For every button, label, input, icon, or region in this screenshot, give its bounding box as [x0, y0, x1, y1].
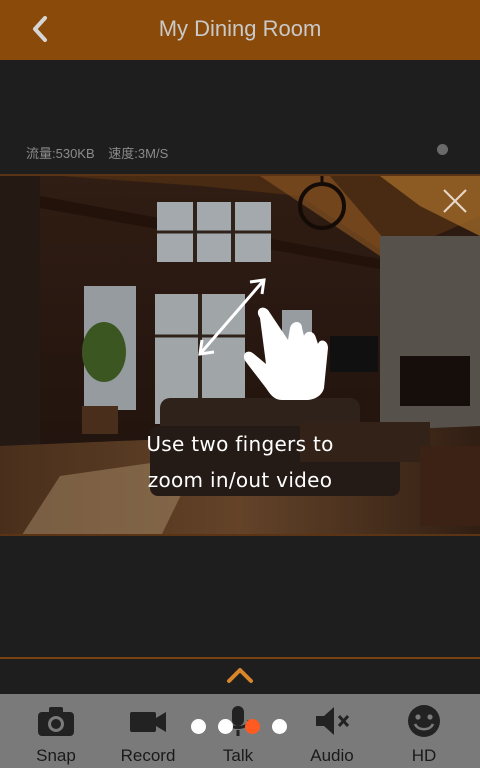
camera-icon — [38, 707, 74, 736]
traffic-text: 流量:530KB — [26, 146, 95, 161]
audio-label: Audio — [310, 746, 354, 765]
record-label: Record — [120, 746, 176, 765]
speed-text: 速度:3M/S — [108, 146, 169, 161]
connection-indicator — [437, 144, 448, 155]
speaker-muted-icon — [316, 707, 350, 735]
back-arrow-icon[interactable] — [26, 14, 56, 44]
close-icon[interactable] — [440, 186, 470, 216]
zoom-hint: Use two fingers to zoom in/out video — [90, 426, 390, 498]
snap-button[interactable]: Snap — [8, 694, 104, 768]
page-dot[interactable] — [272, 719, 287, 734]
snap-label: Snap — [36, 746, 76, 765]
divider — [0, 657, 480, 659]
zoom-hint-line1: Use two fingers to — [146, 432, 334, 456]
talk-label: Talk — [222, 746, 254, 765]
page-dot[interactable] — [218, 719, 233, 734]
page-dot[interactable] — [191, 719, 206, 734]
app-screen: My Dining Room 流量:530KB 速度:3M/S Use two … — [0, 0, 480, 768]
chevron-up-icon[interactable] — [226, 666, 254, 684]
page-indicator — [191, 719, 291, 735]
smiley-icon — [408, 705, 440, 737]
page-title: My Dining Room — [158, 16, 322, 41]
zoom-hint-line2: zoom in/out video — [147, 468, 333, 492]
audio-button[interactable]: Audio — [284, 694, 380, 768]
hd-label: HD — [411, 746, 437, 765]
pinch-zoom-gesture-icon — [198, 278, 328, 400]
record-button[interactable]: Record — [100, 694, 196, 768]
page-dot-active[interactable] — [245, 719, 260, 734]
header-bar: My Dining Room — [0, 0, 480, 60]
video-camera-icon — [130, 712, 166, 732]
hd-button[interactable]: HD — [376, 694, 472, 768]
stream-status: 流量:530KB 速度:3M/S — [26, 143, 178, 162]
